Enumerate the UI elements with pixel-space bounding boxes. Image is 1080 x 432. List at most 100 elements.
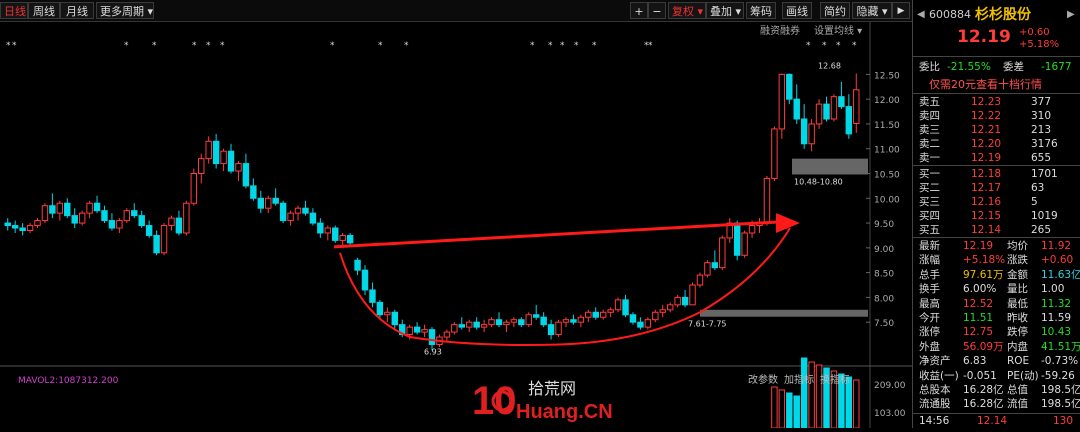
stat-row: 涨幅 +5.18% 涨跌 +0.60 — [919, 254, 1074, 267]
event-marker: * — [592, 41, 597, 51]
event-marker: * — [560, 41, 565, 51]
stat-row: 外盘 56.09万 内盘 41.51万 — [919, 340, 1080, 353]
low-annotation: 6.93 — [424, 347, 442, 356]
change-params-button[interactable]: 改参数 — [748, 373, 778, 386]
bid-row[interactable]: 买四 12.15 1019 — [913, 209, 1080, 223]
candle-body — [138, 215, 145, 227]
draw-line-button[interactable]: 画线 — [782, 2, 812, 19]
y-tick-label: 12.00 — [874, 96, 900, 106]
candle-body — [652, 311, 659, 321]
volume-bar — [771, 386, 778, 428]
weibi-value: -21.55% — [947, 61, 991, 73]
candle-body — [763, 177, 771, 224]
margin-trading-label[interactable]: 融资融券 — [760, 24, 800, 37]
event-marker: * — [836, 41, 841, 51]
bid-row[interactable]: 买三 12.16 5 — [913, 195, 1080, 209]
candle-body — [131, 210, 138, 217]
more-periods-dropdown[interactable]: 更多周期 ▾ — [96, 2, 154, 19]
zoom-out-button[interactable]: − — [648, 2, 666, 19]
candle-body — [198, 158, 205, 175]
bid-row[interactable]: 买二 12.17 63 — [913, 181, 1080, 195]
candle-body — [369, 289, 376, 303]
candle-body — [823, 103, 830, 120]
watermark-logo: 10 拾荒网 Huang.CN — [470, 374, 630, 428]
candle-body — [153, 234, 160, 254]
candle-body — [376, 301, 384, 316]
simple-button[interactable]: 简约 — [820, 2, 850, 19]
event-marker: * — [206, 41, 211, 51]
tab-weekly[interactable]: 周线 — [28, 2, 60, 19]
candle-body — [11, 225, 19, 229]
candle-body — [123, 210, 131, 222]
candle-body — [815, 103, 823, 125]
quote-header: ◀ 600884 杉杉股份 ▶ — [913, 6, 1080, 24]
event-marker: * — [220, 41, 225, 51]
ask-row[interactable]: 卖一 12.19 655 — [913, 151, 1080, 165]
candle-body — [346, 234, 354, 244]
candle-body — [510, 319, 518, 323]
candle-body — [220, 150, 227, 165]
tick-row: 14:56 12.14 130 — [913, 414, 1080, 428]
add-indicator-button[interactable]: 加指标 — [784, 373, 814, 386]
overlay-dropdown[interactable]: 叠加 ▾ — [706, 2, 744, 19]
candle-body — [19, 227, 26, 231]
candle-body — [413, 326, 421, 333]
ask-row[interactable]: 卖三 12.21 213 — [913, 123, 1080, 137]
volume-tick-label: 209.00 — [874, 381, 906, 391]
candle-body — [532, 314, 540, 318]
candle-body — [659, 309, 666, 313]
event-marker: * — [330, 41, 335, 51]
gap-zone-lower — [700, 309, 868, 317]
y-tick-label: 8.00 — [874, 294, 894, 304]
candle-body — [808, 123, 815, 145]
kline-chart[interactable]: 12.50 12.00 11.50 11.00 10.50 10.00 9.50 9.00 8.… — [0, 22, 912, 428]
set-ma-label[interactable]: 设置均线 ▾ — [814, 24, 862, 37]
candle-body — [443, 331, 451, 338]
trend-arrow-line — [333, 220, 777, 249]
event-marker: * — [124, 41, 129, 51]
candle-body — [518, 319, 525, 326]
price-change-pct: +5.18% — [1019, 39, 1060, 50]
quote-panel: ◀ 600884 杉杉股份 ▶ 12.19 +0.60 +5.18% 委比 -2… — [912, 0, 1080, 428]
promo-link[interactable]: 仅需20元查看十档行情 — [913, 78, 1080, 92]
candle-body — [637, 321, 644, 328]
hide-dropdown[interactable]: 隐藏 ▾ — [852, 2, 892, 19]
y-tick-label: 11.00 — [874, 146, 900, 156]
zoom-in-button[interactable]: + — [630, 2, 648, 19]
candle-body — [719, 237, 726, 269]
tick-time: 14:56 — [919, 415, 950, 427]
candle-body — [317, 222, 324, 234]
switch-indicator-button[interactable]: 换指标 — [820, 373, 850, 386]
candle-body — [451, 324, 458, 333]
bid-row[interactable]: 买五 12.14 265 — [913, 223, 1080, 237]
candle-body — [458, 324, 465, 328]
adjust-dropdown[interactable]: 复权 ▾ — [668, 2, 706, 19]
chips-button[interactable]: 筹码 — [746, 2, 776, 19]
collapse-icon[interactable]: ▶ — [892, 2, 910, 19]
candle-body — [354, 259, 361, 271]
ask-row[interactable]: 卖五 12.23 377 — [913, 95, 1080, 109]
forward-icon[interactable]: ▶ — [1067, 6, 1075, 24]
candle-body — [681, 296, 689, 306]
toolbar: 日线 周线 月线 更多周期 ▾ + − 复权 ▾ 叠加 ▾ 筹码 画线 简约 隐… — [0, 0, 912, 22]
ask-row[interactable]: 卖四 12.22 310 — [913, 109, 1080, 123]
candle-body — [845, 106, 853, 135]
candle-body — [488, 319, 495, 326]
candle-body — [34, 220, 41, 227]
ask-row[interactable]: 卖二 12.20 3176 — [913, 137, 1080, 151]
tab-daily[interactable]: 日线 — [0, 2, 28, 19]
candle-body — [733, 222, 741, 256]
bid-row[interactable]: 买一 12.18 1701 — [913, 167, 1080, 181]
weicha-value: -1677 — [1041, 61, 1072, 73]
weibi-row: 委比 -21.55% 委差 -1677 — [919, 61, 1072, 73]
candle-body — [108, 220, 116, 229]
tab-monthly[interactable]: 月线 — [60, 2, 94, 19]
back-icon[interactable]: ◀ — [917, 6, 925, 24]
candle-body — [227, 150, 235, 172]
candle-body — [339, 234, 346, 241]
price-block: 12.19 +0.60 +5.18% — [913, 27, 1080, 52]
candle-body — [592, 311, 599, 318]
candle-body — [741, 232, 748, 256]
candle-body — [64, 202, 71, 217]
gap-zone-upper — [792, 158, 868, 175]
